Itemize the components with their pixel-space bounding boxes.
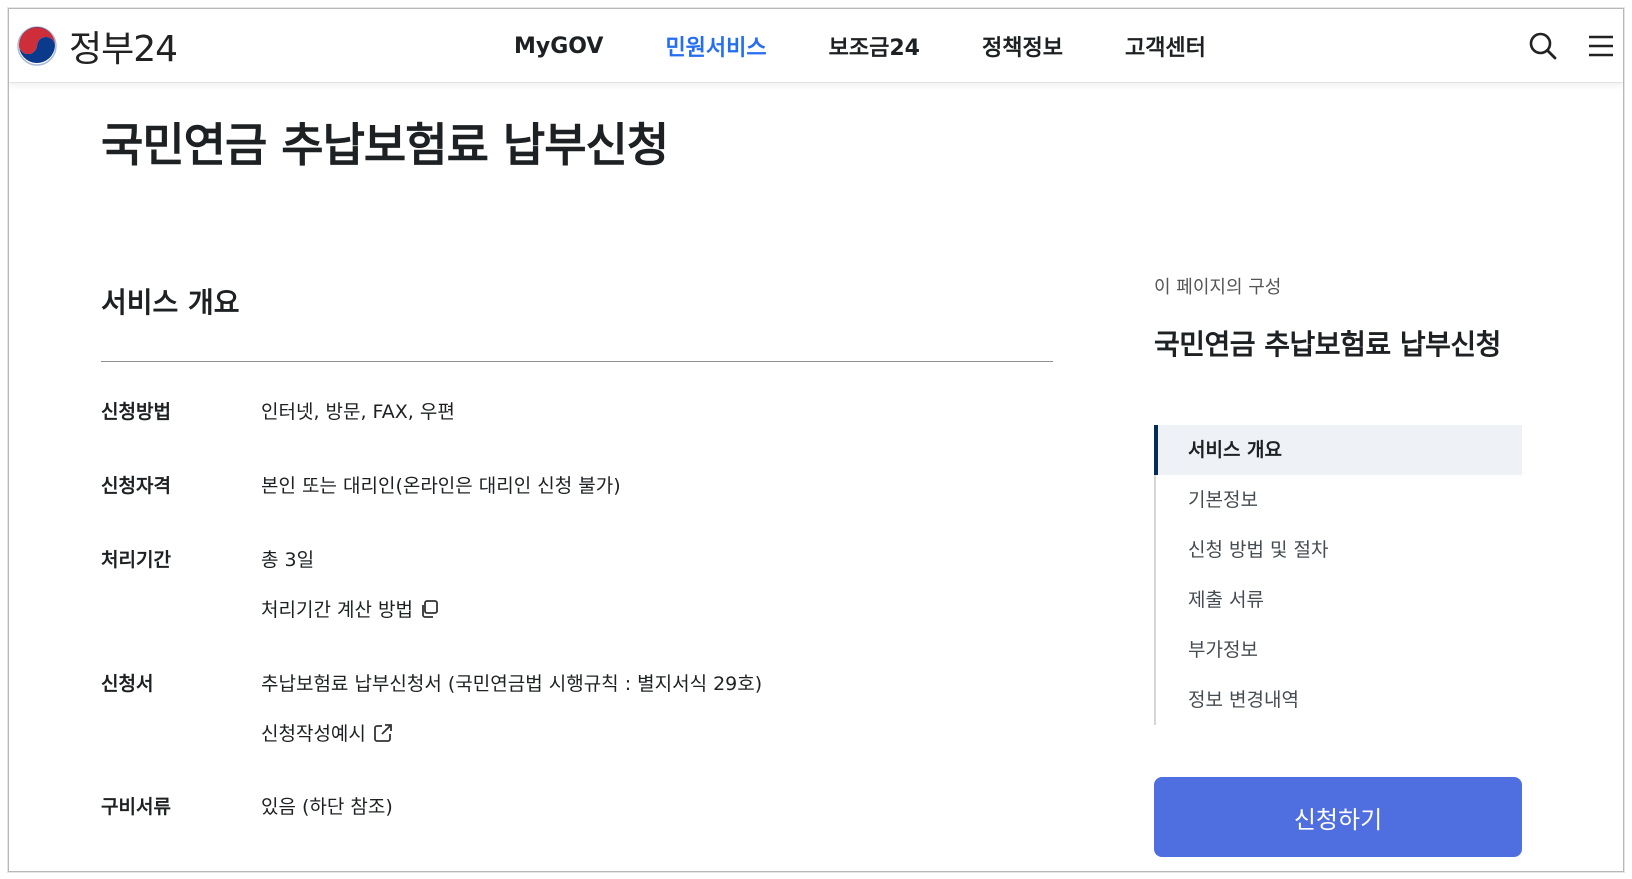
form-example-link[interactable]: 신청작성예시 xyxy=(261,719,394,746)
nav-customer-center[interactable]: 고객센터 xyxy=(1125,30,1206,62)
page-title: 국민연금 추납보험료 납부신청 xyxy=(101,118,669,172)
apply-button[interactable]: 신청하기 xyxy=(1154,777,1522,857)
period-value: 총 3일 xyxy=(261,549,315,571)
copy-window-icon xyxy=(422,599,438,618)
toc-title: 국민연금 추납보험료 납부신청 xyxy=(1154,328,1501,361)
form-label: 신청서 xyxy=(101,673,154,695)
search-icon[interactable] xyxy=(1527,30,1559,62)
documents-value: 있음 (하단 참조) xyxy=(261,796,393,818)
toc-item-procedure[interactable]: 신청 방법 및 절차 xyxy=(1156,525,1522,575)
eligibility-label: 신청자격 xyxy=(101,475,171,497)
period-calc-link-label: 처리기간 계산 방법 xyxy=(261,599,413,621)
nav-policy-info[interactable]: 정책정보 xyxy=(982,30,1063,62)
period-calc-link[interactable]: 처리기간 계산 방법 xyxy=(261,595,441,622)
documents-label: 구비서류 xyxy=(101,796,171,818)
section-divider xyxy=(101,361,1053,362)
toc-caption: 이 페이지의 구성 xyxy=(1154,277,1282,298)
toc-list: 서비스 개요 기본정보 신청 방법 및 절차 제출 서류 부가정보 정보 변경내… xyxy=(1154,425,1522,725)
section-title: 서비스 개요 xyxy=(101,286,240,319)
main-nav: MyGOV 민원서비스 보조금24 정책정보 고객센터 xyxy=(514,9,1268,83)
toc-item-service-overview[interactable]: 서비스 개요 xyxy=(1154,425,1522,475)
method-label: 신청방법 xyxy=(101,401,171,423)
toc-item-change-history[interactable]: 정보 변경내역 xyxy=(1156,675,1522,725)
logo-text: 정부24 xyxy=(69,29,178,70)
browser-frame: 정부24 MyGOV 민원서비스 보조금24 정책정보 고객센터 국민연금 추납… xyxy=(8,8,1624,872)
nav-subsidy24[interactable]: 보조금24 xyxy=(829,30,920,62)
period-label: 처리기간 xyxy=(101,549,171,571)
method-value: 인터넷, 방문, FAX, 우편 xyxy=(261,401,455,423)
government-emblem-icon xyxy=(16,25,58,67)
toc-item-additional-info[interactable]: 부가정보 xyxy=(1156,625,1522,675)
logo[interactable]: 정부24 xyxy=(15,19,178,73)
site-header: 정부24 MyGOV 민원서비스 보조금24 정책정보 고객센터 xyxy=(9,9,1623,83)
external-link-icon xyxy=(373,723,392,742)
hamburger-menu-icon[interactable] xyxy=(1585,30,1617,62)
eligibility-value: 본인 또는 대리인(온라인은 대리인 신청 불가) xyxy=(261,475,621,497)
form-example-link-label: 신청작성예시 xyxy=(261,723,366,745)
nav-civil-service[interactable]: 민원서비스 xyxy=(665,30,766,62)
toc-item-documents[interactable]: 제출 서류 xyxy=(1156,575,1522,625)
form-value: 추납보험료 납부신청서 (국민연금법 시행규칙 : 별지서식 29호) xyxy=(261,673,763,695)
nav-mygov[interactable]: MyGOV xyxy=(514,34,603,59)
toc-item-basic-info[interactable]: 기본정보 xyxy=(1156,475,1522,525)
